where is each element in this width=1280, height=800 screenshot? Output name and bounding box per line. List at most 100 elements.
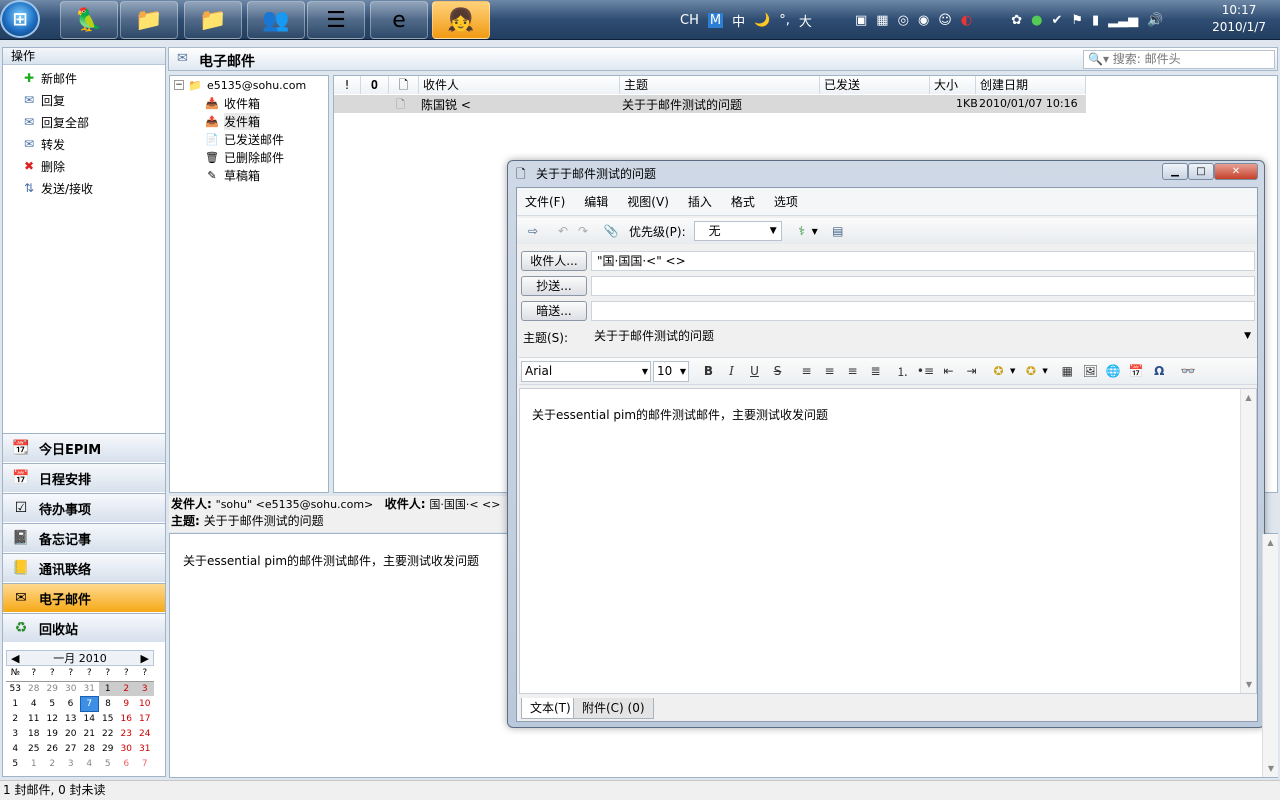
app-tray-icon[interactable]: ▦	[876, 13, 888, 28]
cal-day[interactable]: 8	[99, 696, 118, 711]
to-button[interactable]: 收件人...	[521, 251, 587, 271]
emoticon-icon[interactable]: ☺	[938, 13, 952, 28]
ime-m-icon[interactable]: M	[707, 12, 724, 28]
cal-day[interactable]: 28	[80, 741, 99, 756]
nav-today-epim[interactable]: 📆 今日EPIM	[3, 433, 165, 462]
col-sent[interactable]: 已发送	[820, 76, 930, 94]
to-field[interactable]: "国·国国·<" <>	[591, 251, 1255, 271]
menu-format[interactable]: 格式	[731, 193, 755, 210]
cal-day[interactable]: 6	[117, 756, 136, 771]
compose-titlebar[interactable]: 🗋 关于于邮件测试的问题	[508, 161, 1264, 187]
internet-explorer-icon[interactable]: e	[370, 1, 428, 39]
cal-day[interactable]: 10	[136, 696, 155, 711]
menu-file[interactable]: 文件(F)	[525, 193, 565, 210]
table-icon[interactable]: ▦	[1056, 361, 1079, 381]
cal-day[interactable]: 3	[135, 681, 154, 696]
font-color-icon[interactable]: ✪	[1019, 361, 1042, 381]
cal-day[interactable]: 12	[43, 711, 62, 726]
redo-icon[interactable]: ↷	[573, 221, 593, 241]
menu-options[interactable]: 选项	[774, 193, 798, 210]
align-left-icon[interactable]: ≡	[795, 361, 818, 381]
bullet-list-icon[interactable]: •≡	[914, 361, 937, 381]
lang-ch[interactable]: CH	[680, 13, 699, 28]
outdent-icon[interactable]: ⇤	[937, 361, 960, 381]
explorer-folder-icon[interactable]: 📁	[120, 1, 178, 39]
underline-button[interactable]: U	[743, 361, 766, 381]
bcc-button[interactable]: 暗送...	[521, 301, 587, 321]
numbered-list-icon[interactable]: ⒈	[891, 361, 914, 381]
symbol-icon[interactable]: Ω	[1148, 361, 1171, 381]
send-icon[interactable]: ⇨	[523, 221, 543, 241]
new-mail-action[interactable]: ✚ 新邮件	[3, 67, 165, 89]
cal-day[interactable]: 30	[117, 741, 136, 756]
cal-day[interactable]: 26	[43, 741, 62, 756]
chevron-down-icon[interactable]: ▼	[1042, 367, 1047, 375]
forward-action[interactable]: ✉ 转发	[3, 133, 165, 155]
cal-day[interactable]: 15	[99, 711, 118, 726]
font-select[interactable]: Arial ▼	[521, 360, 651, 382]
cal-day[interactable]: 4	[25, 696, 44, 711]
attach-icon[interactable]: 📎	[601, 221, 621, 241]
folder-drafts[interactable]: ✎ 草稿箱	[170, 166, 328, 184]
send-receive-action[interactable]: ⇅ 发送/接收	[3, 177, 165, 199]
cal-day[interactable]: 27	[62, 741, 81, 756]
start-button[interactable]: ⊞	[0, 0, 40, 38]
qq-icon[interactable]: ✿	[1011, 13, 1022, 28]
preview-scrollbar[interactable]: ▲ ▼	[1262, 534, 1278, 777]
scroll-up-icon[interactable]: ▲	[1241, 393, 1256, 402]
message-editor[interactable]: 关于essential pim的邮件测试邮件，主要测试收发问题 ▲ ▼	[519, 388, 1257, 694]
menu-view[interactable]: 视图(V)	[627, 193, 669, 210]
explorer-folder-icon[interactable]: 📁	[184, 1, 242, 39]
nav-contacts[interactable]: 📒 通讯联络	[3, 553, 165, 582]
efficient-pim-icon[interactable]: 👧	[432, 1, 490, 39]
cal-day[interactable]: 2	[117, 681, 136, 696]
cal-day[interactable]: 9	[117, 696, 136, 711]
table-row[interactable]: 🗋 陈国锐 < 关于于邮件测试的问题 1KB 2010/01/07 10:16	[334, 95, 1086, 113]
chevron-down-icon[interactable]: ▼	[1010, 367, 1015, 375]
reply-action[interactable]: ✉ 回复	[3, 89, 165, 111]
cal-day[interactable]: 7	[136, 756, 155, 771]
insert-date-icon[interactable]: 📅	[1125, 361, 1148, 381]
cal-day[interactable]: 29	[43, 681, 62, 696]
cal-day[interactable]: 11	[25, 711, 44, 726]
chevron-down-icon[interactable]: ▼	[812, 227, 818, 236]
col-recipient[interactable]: 收件人	[419, 76, 620, 94]
cal-day[interactable]: 5	[99, 756, 118, 771]
col-importance[interactable]: !	[334, 76, 361, 94]
find-icon[interactable]: 👓	[1177, 361, 1200, 381]
cc-button[interactable]: 抄送...	[521, 276, 587, 296]
italic-button[interactable]: I	[720, 361, 743, 381]
bcc-field[interactable]	[591, 301, 1255, 321]
nav-email[interactable]: ✉ 电子邮件	[3, 583, 165, 612]
col-type[interactable]: 🗋	[389, 76, 419, 94]
scroll-down-icon[interactable]: ▼	[1263, 764, 1279, 773]
cal-day[interactable]: 20	[62, 726, 81, 741]
indent-icon[interactable]: ⇥	[960, 361, 983, 381]
cal-day[interactable]: 1	[98, 681, 117, 696]
reply-all-action[interactable]: ✉ 回复全部	[3, 111, 165, 133]
cal-day-today[interactable]: 7	[79, 695, 99, 712]
nav-recycle-bin[interactable]: ♻ 回收站	[3, 613, 165, 642]
cal-day[interactable]: 5	[43, 696, 62, 711]
flag-icon[interactable]: ⚑	[1071, 13, 1083, 28]
folder-outbox[interactable]: 📤 发件箱	[170, 112, 328, 130]
col-attachment[interactable]: 𝟎	[361, 76, 389, 94]
folder-sent[interactable]: 📄 已发送邮件	[170, 130, 328, 148]
cal-day[interactable]: 1	[25, 756, 44, 771]
battery-icon[interactable]: ▮	[1092, 13, 1099, 28]
align-right-icon[interactable]: ≡	[841, 361, 864, 381]
cal-day[interactable]: 25	[25, 741, 44, 756]
cal-day[interactable]: 19	[43, 726, 62, 741]
cal-day[interactable]: 31	[80, 681, 99, 696]
language-bar[interactable]: CH M 中 🌙 °, 大	[680, 0, 821, 40]
nav-calendar[interactable]: 📅 日程安排	[3, 463, 165, 492]
fullwidth-icon[interactable]: 大	[799, 11, 812, 30]
cal-day[interactable]: 23	[117, 726, 136, 741]
cal-day[interactable]: 30	[62, 681, 81, 696]
nav-notes[interactable]: 📓 备忘记事	[3, 523, 165, 552]
shield-icon[interactable]: ✔	[1051, 13, 1062, 28]
subject-field[interactable]: 关于于邮件测试的问题 ▼	[591, 326, 1255, 347]
cal-day[interactable]: 24	[136, 726, 155, 741]
account-node[interactable]: − 📁 e5135@sohu.com	[170, 76, 328, 94]
strikethrough-button[interactable]: S	[766, 361, 789, 381]
